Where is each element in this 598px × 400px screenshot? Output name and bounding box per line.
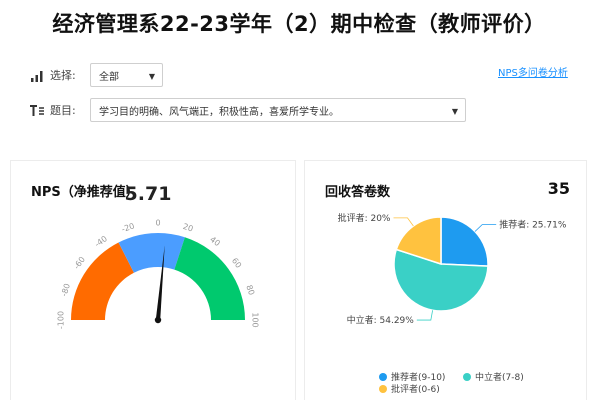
question-label: 题目: [50, 104, 76, 117]
text-format-icon [30, 103, 44, 117]
caret-down-icon: ▼ [451, 107, 458, 116]
legend-label: 中立者(7-8) [475, 373, 524, 383]
select-label: 选择: [50, 69, 76, 82]
bar-signal-icon [30, 68, 44, 82]
legend-item-detractor: 批评者(0-6) [379, 382, 440, 395]
gauge-tick-label: -80 [59, 282, 72, 297]
gauge-tick-label: 0 [155, 219, 160, 228]
nps-value: 5.71 [124, 183, 172, 205]
gauge-tick-label: -20 [120, 221, 135, 234]
gauge-band-promoter [174, 237, 245, 320]
response-pie-chart: 推荐者: 25.71% 中立者: 54.29% 批评者: 20% [338, 212, 567, 326]
legend-item-passive: 中立者(7-8) [463, 370, 524, 383]
gauge-tick-label: -60 [72, 255, 87, 271]
gauge-tick-label: 100 [251, 312, 260, 327]
gauge-tick-label: -100 [57, 311, 66, 329]
legend-dot [379, 384, 387, 393]
question-select-dropdown[interactable]: 学习目的明确、风气端正，积极性高，喜爱所学专业。 ▼ [90, 98, 466, 122]
question-select-value: 学习目的明确、风气端正，积极性高，喜爱所学专业。 [99, 106, 339, 118]
pie-slice-label: 批评者: 20% [338, 212, 391, 224]
pie-slice-label: 中立者: 54.29% [347, 314, 415, 326]
pie-label-leader [416, 310, 434, 321]
gauge-tick-label: 40 [208, 235, 222, 248]
legend-label: 批评者(0-6) [391, 385, 440, 395]
filter-row-select: 选择: 全部 ▼ [30, 63, 163, 87]
pie-slice-label: 推荐者: 25.71% [499, 219, 567, 231]
legend-dot [379, 372, 387, 381]
gauge-tick-label: 80 [244, 284, 256, 296]
gauge-tick-label: 60 [230, 256, 243, 270]
pie-label-leader [474, 224, 497, 232]
gauge-tick-label: -40 [93, 234, 109, 249]
page-title: 经济管理系22-23学年（2）期中检查（教师评价） [52, 12, 546, 36]
caret-down-icon: ▼ [148, 72, 155, 81]
filter-row-question: 题目: 学习目的明确、风气端正，积极性高，喜爱所学专业。 ▼ [30, 98, 466, 122]
filter-select-dropdown[interactable]: 全部 ▼ [90, 63, 163, 87]
filter-select-value: 全部 [99, 71, 119, 83]
pie-slice [440, 216, 489, 267]
pie-label-leader [393, 217, 414, 227]
gauge-needle-hub [154, 316, 162, 324]
gauge-tick-label: 20 [182, 222, 194, 234]
nps-analysis-link[interactable]: NPS多问卷分析 [498, 64, 568, 79]
legend-dot [463, 372, 471, 381]
